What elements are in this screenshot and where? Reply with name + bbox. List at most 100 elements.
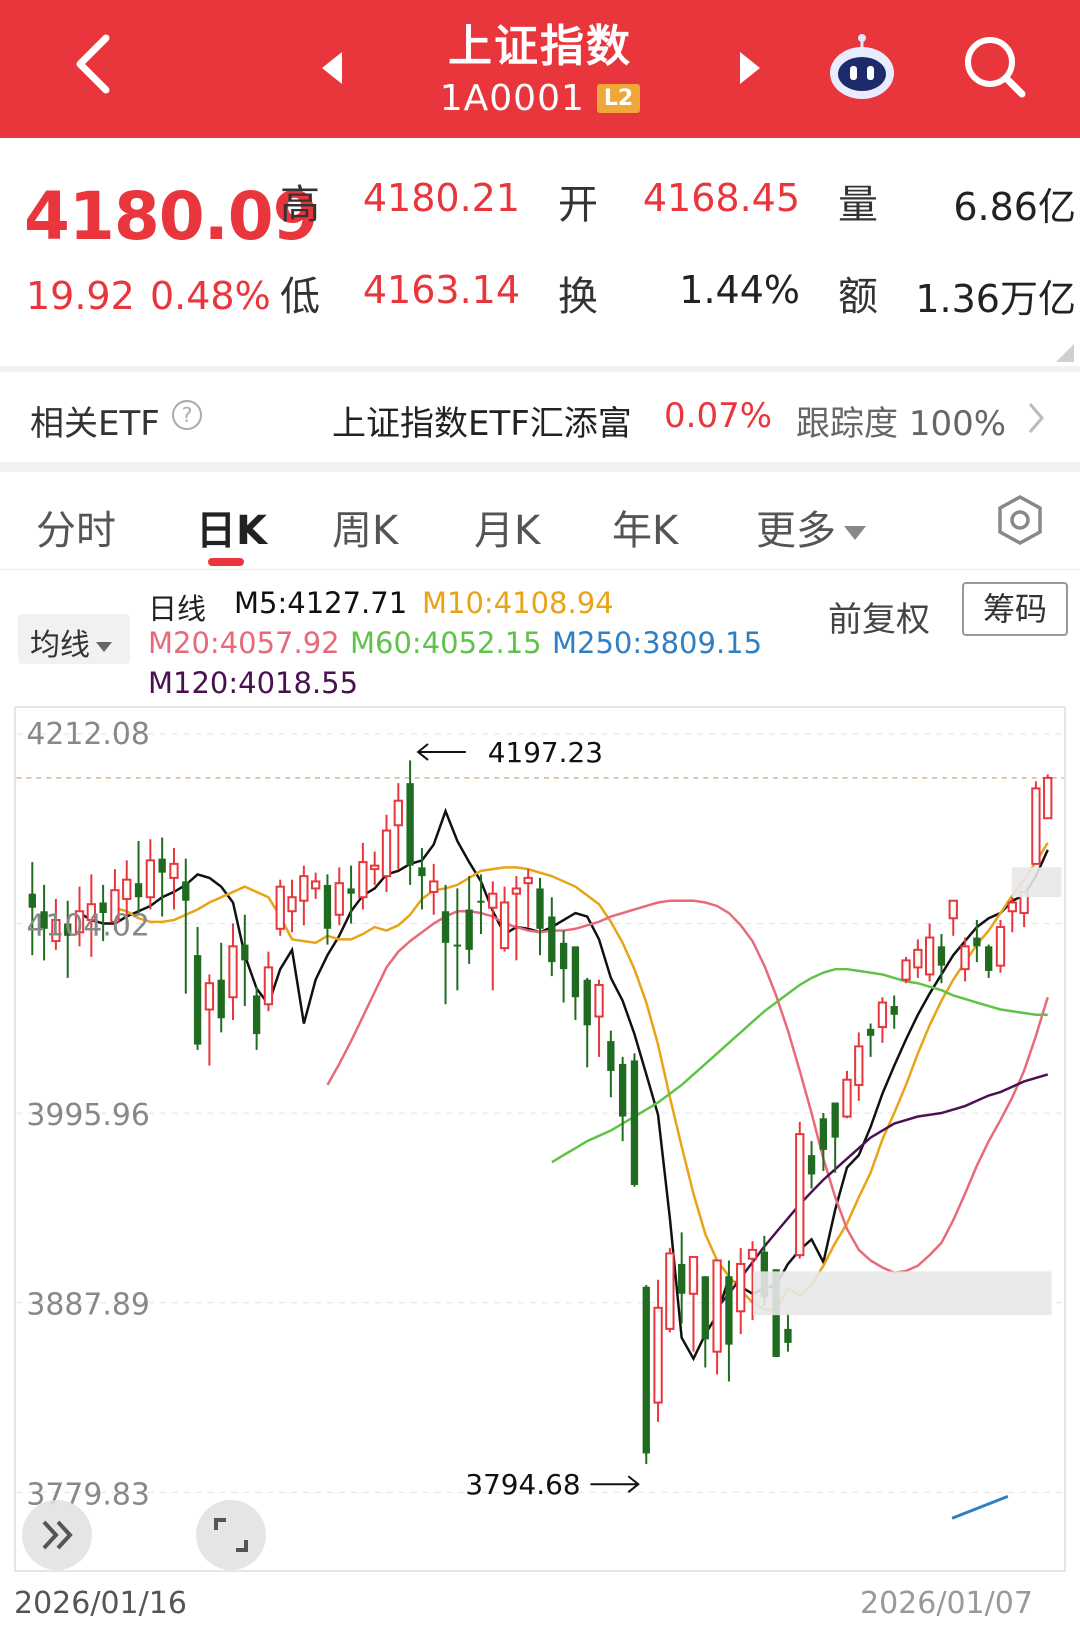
- candle-body: [630, 1060, 639, 1185]
- stock-code: 1A0001: [439, 78, 585, 119]
- last-price: 4180.09: [24, 178, 319, 255]
- candle-body: [418, 867, 426, 877]
- price-marker-tag: [1011, 867, 1062, 898]
- tab-daily-k[interactable]: 日K: [196, 498, 267, 556]
- ma-selector[interactable]: 均线: [18, 614, 130, 664]
- candle-body: [217, 979, 225, 1019]
- candle-body: [995, 926, 1006, 967]
- candle-body: [642, 1286, 650, 1454]
- candle-body: [228, 945, 238, 999]
- back-arrow-icon[interactable]: [60, 24, 140, 104]
- candle-body: [665, 1252, 675, 1330]
- top-header: 上证指数 1A0001 L2: [0, 0, 1080, 138]
- candle-body: [548, 916, 556, 963]
- candle-body: [607, 1041, 615, 1071]
- search-icon[interactable]: [960, 32, 1030, 102]
- help-icon[interactable]: ?: [172, 400, 202, 430]
- kline-chart[interactable]: 4212.084104.023995.963887.893779.834197.…: [14, 706, 1066, 1572]
- trend-stroke: [951, 1494, 1009, 1520]
- candle-body: [973, 937, 981, 947]
- stock-code-row: 1A0001 L2: [360, 78, 720, 119]
- candle-body: [784, 1328, 792, 1343]
- caret-down-icon: [96, 641, 112, 652]
- tab-yearly-k[interactable]: 年K: [612, 498, 678, 556]
- candle-body: [429, 880, 439, 893]
- amount-value: 1.36万亿: [915, 277, 1076, 321]
- expand-button[interactable]: [22, 1500, 92, 1570]
- adjust-mode[interactable]: 前复权: [828, 592, 930, 641]
- candle-body: [158, 858, 166, 873]
- candle-body: [441, 911, 450, 943]
- low-value: 4163.14: [362, 268, 520, 312]
- caret-down-icon: [844, 526, 866, 540]
- candle-body: [275, 885, 285, 930]
- candle-body: [701, 1276, 709, 1340]
- candle-body: [594, 983, 604, 1018]
- tab-weekly-k[interactable]: 周K: [332, 498, 398, 556]
- volume-label: 量: [838, 182, 878, 228]
- tab-monthly-k[interactable]: 月K: [474, 498, 540, 556]
- candle-body: [1007, 901, 1017, 913]
- candle-body: [523, 876, 533, 885]
- candle-body: [559, 942, 568, 970]
- level2-badge: L2: [596, 84, 641, 113]
- candle-body: [193, 955, 202, 1045]
- etf-change-percent: 0.07%: [664, 396, 773, 436]
- amount-label: 额: [838, 274, 878, 320]
- candle-body: [28, 893, 36, 908]
- volume-value: 6.86亿: [953, 185, 1076, 229]
- double-chevron-right-icon: [42, 1520, 73, 1550]
- robot-assistant-icon[interactable]: [822, 28, 902, 108]
- price-change-percent: 0.48%: [150, 274, 271, 318]
- y-tick-label: 3995.96: [26, 1098, 149, 1133]
- candle-body: [948, 899, 958, 920]
- candle-body: [370, 864, 380, 871]
- candle-body: [334, 882, 344, 916]
- related-etf-row[interactable]: 相关ETF ? 上证指数ETF汇添富 0.07% 跟踪度 100%: [0, 372, 1080, 462]
- candle-body: [571, 946, 580, 998]
- next-stock-icon[interactable]: [734, 48, 764, 88]
- turnover-rate-label: 换: [558, 274, 598, 320]
- candle-body: [877, 1001, 888, 1029]
- tab-intraday[interactable]: 分时: [36, 498, 116, 556]
- fullscreen-button[interactable]: [196, 1500, 266, 1570]
- candle-body: [736, 1262, 746, 1313]
- settings-icon[interactable]: [994, 494, 1046, 546]
- candle-body: [937, 946, 946, 966]
- turnover-rate-value: 1.44%: [679, 268, 800, 312]
- candle-body: [913, 948, 923, 969]
- ma-line-m10: [114, 842, 1049, 1311]
- etf-name: 上证指数ETF汇添富: [332, 404, 632, 444]
- period-label: 日线: [148, 592, 207, 626]
- candle-body: [819, 1118, 828, 1150]
- previous-stock-icon[interactable]: [318, 48, 348, 88]
- candle-body: [924, 936, 935, 976]
- candle-body: [583, 979, 591, 1026]
- candle-body: [890, 1006, 898, 1015]
- y-tick-label: 4212.08: [26, 717, 149, 752]
- candle-body: [618, 1063, 627, 1117]
- candle-body: [406, 783, 414, 866]
- expand-corner-icon[interactable]: [1056, 344, 1074, 362]
- tab-more[interactable]: 更多: [756, 498, 866, 556]
- tracking-label: 跟踪度: [796, 404, 898, 444]
- y-tick-label: 3887.89: [26, 1288, 149, 1323]
- candle-body: [807, 1155, 816, 1175]
- candle-body: [831, 1102, 839, 1138]
- candle-body: [477, 900, 485, 903]
- candle-body: [842, 1078, 852, 1118]
- candle-body: [725, 1276, 733, 1345]
- chevron-right-icon[interactable]: [1026, 400, 1046, 436]
- ma60-value: M60:4052.15: [350, 626, 542, 660]
- stock-title: 上证指数: [448, 21, 632, 72]
- candle-body: [134, 883, 143, 898]
- candle-body: [795, 1133, 805, 1257]
- candle-body: [536, 888, 544, 929]
- price-change: 19.92: [26, 274, 135, 318]
- max-annotation-label: 4197.23: [488, 736, 603, 769]
- candle-body: [393, 799, 403, 827]
- open-label: 开: [558, 182, 598, 228]
- candle-body: [287, 896, 297, 913]
- candle-body: [169, 862, 179, 879]
- chip-distribution-button[interactable]: 筹码: [962, 582, 1068, 636]
